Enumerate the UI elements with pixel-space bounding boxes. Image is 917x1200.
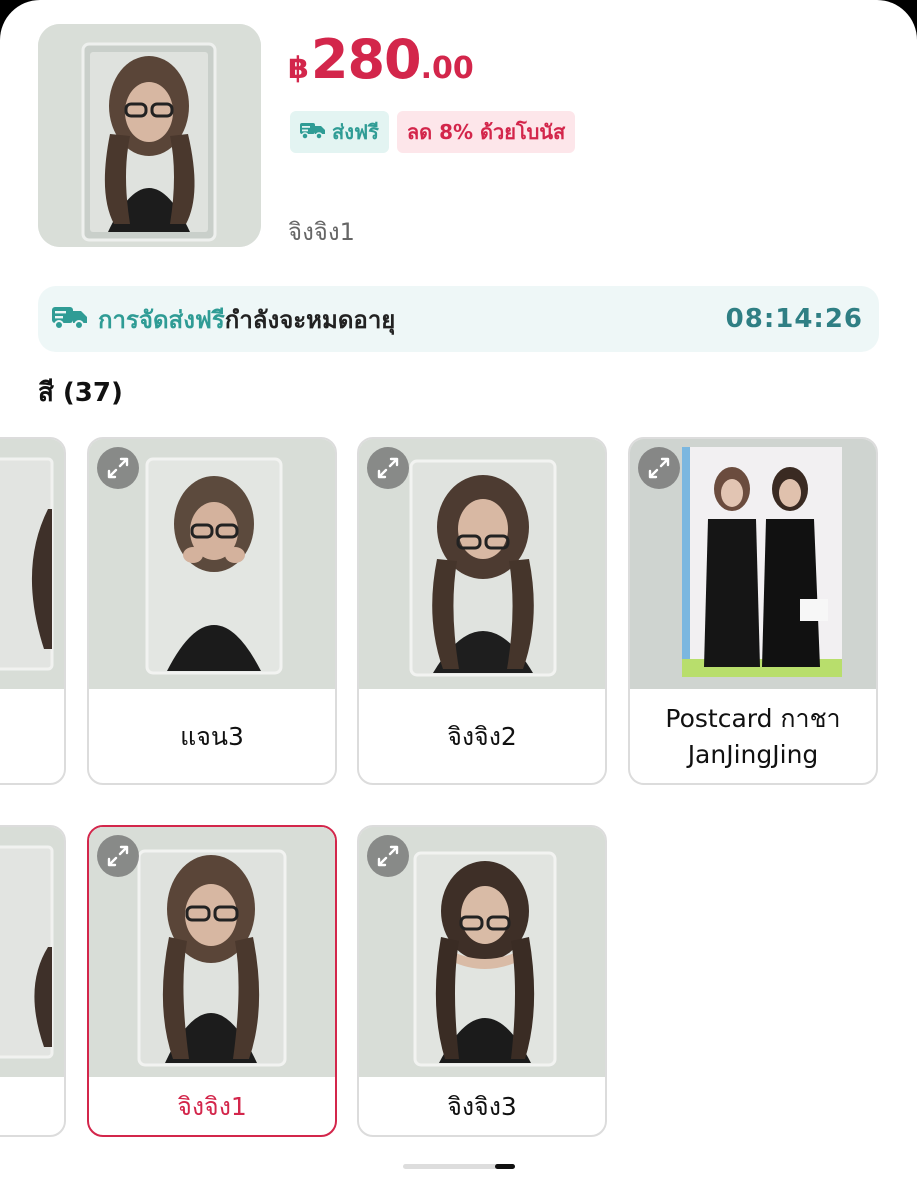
truck-icon bbox=[300, 120, 326, 144]
free-shipping-label: ส่งฟรี bbox=[332, 120, 379, 144]
free-shipping-tag: ส่งฟรี bbox=[290, 111, 389, 153]
option-card-selected[interactable]: จิงจิง1 bbox=[87, 825, 337, 1137]
scroll-indicator bbox=[403, 1164, 515, 1169]
price: ฿ 280 .00 bbox=[288, 28, 474, 91]
product-thumbnail[interactable] bbox=[38, 24, 261, 247]
option-image bbox=[0, 439, 64, 689]
price-decimal: .00 bbox=[420, 51, 474, 86]
color-section-title: สี (37) bbox=[38, 378, 123, 408]
option-label: จิงจิง2 bbox=[447, 721, 517, 751]
free-shipping-banner: การจัดส่งฟรีกำลังจะหมดอายุ 08:14:26 bbox=[38, 286, 879, 352]
option-card[interactable]: จิงจิง2 bbox=[357, 437, 607, 785]
banner-text: การจัดส่งฟรีกำลังจะหมดอายุ bbox=[98, 300, 395, 339]
option-card[interactable]: จิงจิง3 bbox=[357, 825, 607, 1137]
expand-icon[interactable] bbox=[97, 447, 139, 489]
expand-icon[interactable] bbox=[97, 835, 139, 877]
expand-icon[interactable] bbox=[367, 447, 409, 489]
discount-tag: ลด 8% ด้วยโบนัส bbox=[396, 111, 576, 153]
option-label: จิงจิง3 bbox=[447, 1091, 517, 1121]
expand-icon[interactable] bbox=[638, 447, 680, 489]
option-label: แจน3 bbox=[180, 721, 244, 751]
option-card[interactable]: Postcard กาชา JanJingJing bbox=[628, 437, 878, 785]
banner-text-rest: กำลังจะหมดอายุ bbox=[224, 305, 396, 334]
option-card-partial[interactable] bbox=[0, 825, 66, 1137]
selected-variant-name: จิงจิง1 bbox=[288, 218, 355, 246]
truck-icon bbox=[52, 304, 88, 334]
discount-label: ลด 8% ด้วยโบนัส bbox=[406, 120, 566, 144]
option-card[interactable]: แจน3 bbox=[87, 437, 337, 785]
option-label: จิงจิง1 bbox=[177, 1091, 247, 1121]
option-label: Postcard กาชา JanJingJing bbox=[665, 703, 841, 769]
option-image bbox=[0, 827, 64, 1077]
variant-sheet: ฿ 280 .00 ส่งฟรี ลด 8% ด้วยโบนัส จิงจิง1 bbox=[0, 0, 917, 1200]
currency-symbol: ฿ bbox=[288, 51, 309, 86]
option-card-partial[interactable] bbox=[0, 437, 66, 785]
banner-text-highlight: การจัดส่งฟรี bbox=[98, 305, 225, 334]
countdown-timer: 08:14:26 bbox=[725, 304, 863, 334]
scroll-indicator-thumb bbox=[495, 1164, 515, 1169]
expand-icon[interactable] bbox=[367, 835, 409, 877]
promo-tags: ส่งฟรี ลด 8% ด้วยโบนัส bbox=[290, 111, 576, 153]
price-integer: 280 bbox=[310, 28, 422, 91]
